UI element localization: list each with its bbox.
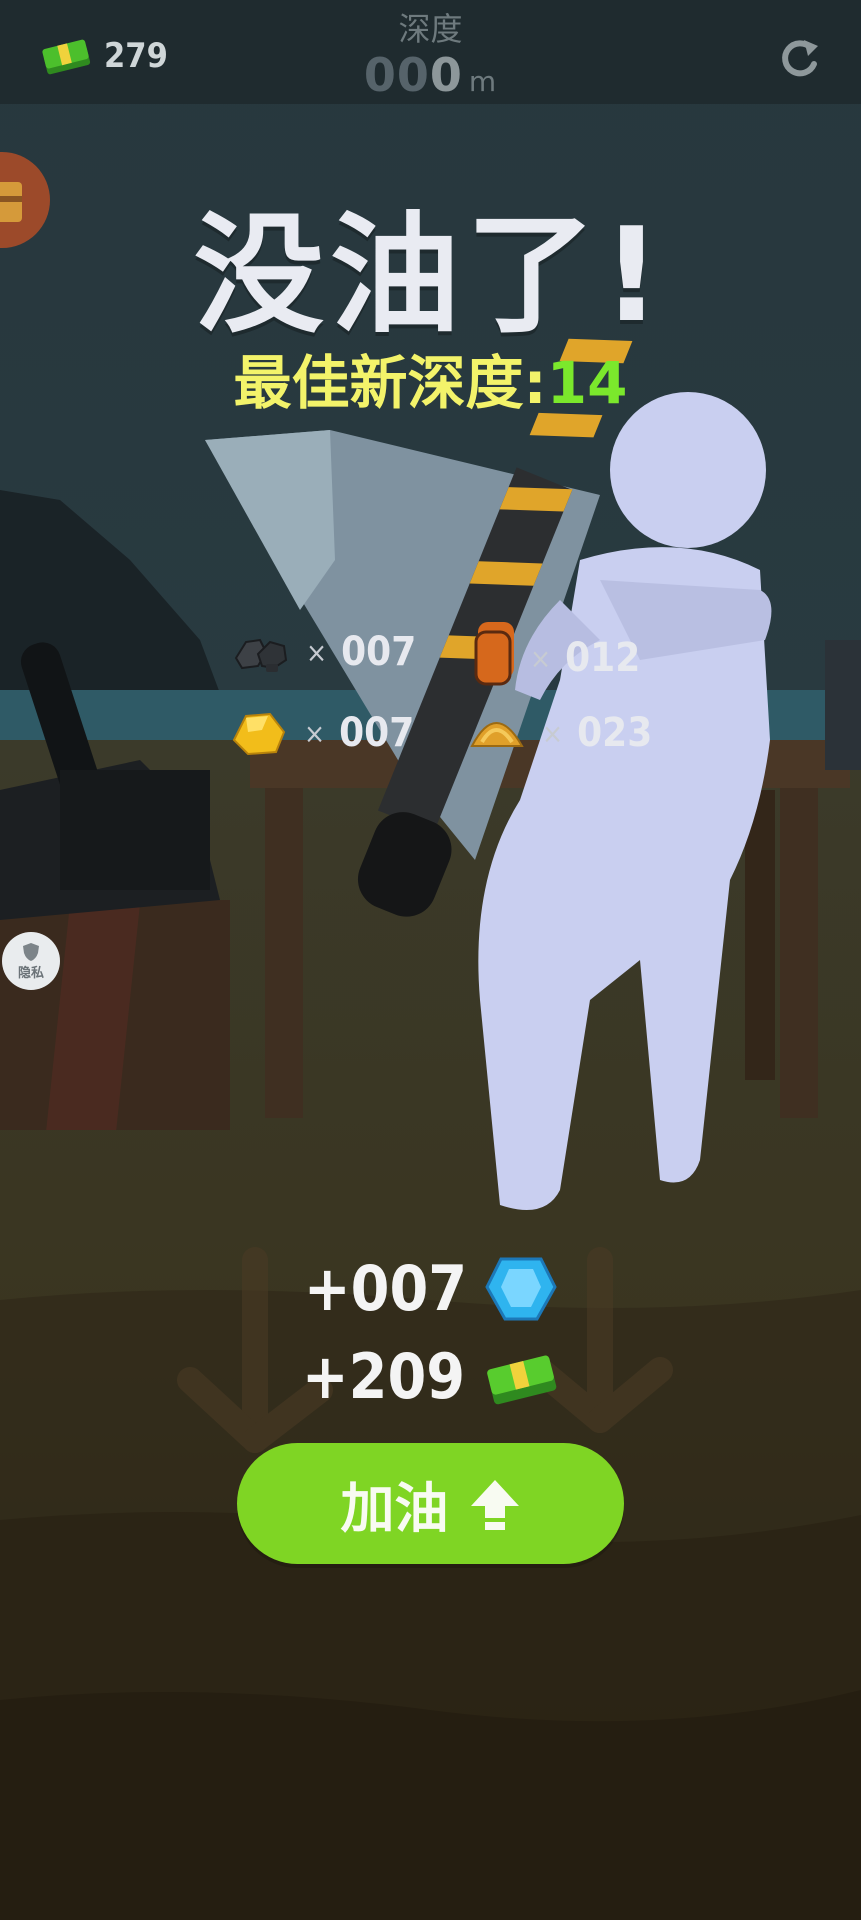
coal-multiply-sign: × bbox=[306, 635, 328, 669]
depth-leading-zeros: 00 bbox=[363, 48, 430, 102]
cash-reward: +209 bbox=[0, 1340, 861, 1413]
best-depth-value: 14 bbox=[546, 349, 628, 417]
orange-ore-count-row: × 012 bbox=[470, 628, 640, 688]
gold-count: 007 bbox=[339, 710, 415, 756]
upgrade-arrow-icon bbox=[470, 1479, 519, 1530]
privacy-badge-label: 隐私 bbox=[17, 965, 44, 981]
cash-stack-icon bbox=[487, 1355, 557, 1404]
privacy-badge[interactable]: 隐私 bbox=[2, 932, 60, 990]
out-of-fuel-title: 没油了! bbox=[193, 199, 668, 351]
best-depth: 最佳新深度:14 bbox=[0, 336, 861, 420]
depth-label: 深度 bbox=[398, 10, 463, 48]
blue-gem-icon bbox=[485, 1257, 557, 1320]
gold-nugget-icon bbox=[232, 712, 286, 756]
refuel-button-label: 加油 bbox=[340, 1477, 449, 1540]
best-depth-label: 最佳新深度: bbox=[233, 349, 547, 417]
cash-reward-amount: +209 bbox=[301, 1340, 466, 1413]
shield-icon bbox=[23, 942, 39, 961]
top-bar: 279 深度 000 m bbox=[0, 0, 861, 104]
orange-ore-count: 012 bbox=[565, 635, 641, 681]
depth-digit: 0 bbox=[429, 48, 463, 102]
orange-ore-icon bbox=[474, 630, 512, 686]
amber-ore-icon bbox=[470, 722, 524, 747]
restart-icon[interactable] bbox=[776, 36, 822, 82]
coal-icon bbox=[234, 638, 288, 672]
gem-reward: +007 bbox=[0, 1252, 861, 1325]
depth-value: 000 m bbox=[0, 48, 861, 102]
depth-unit: m bbox=[468, 65, 498, 98]
coal-count: 007 bbox=[341, 629, 417, 675]
gold-count-row: × 007 bbox=[228, 706, 414, 760]
gold-multiply-sign: × bbox=[304, 716, 326, 750]
coal-count-row: × 007 bbox=[228, 628, 416, 676]
orange-ore-multiply-sign: × bbox=[530, 641, 552, 675]
refuel-button[interactable]: 加油 bbox=[237, 1443, 624, 1564]
gem-reward-amount: +007 bbox=[303, 1252, 468, 1325]
amber-count: 023 bbox=[577, 710, 653, 756]
amber-multiply-sign: × bbox=[542, 716, 564, 750]
amber-count-row: × 023 bbox=[466, 706, 652, 760]
